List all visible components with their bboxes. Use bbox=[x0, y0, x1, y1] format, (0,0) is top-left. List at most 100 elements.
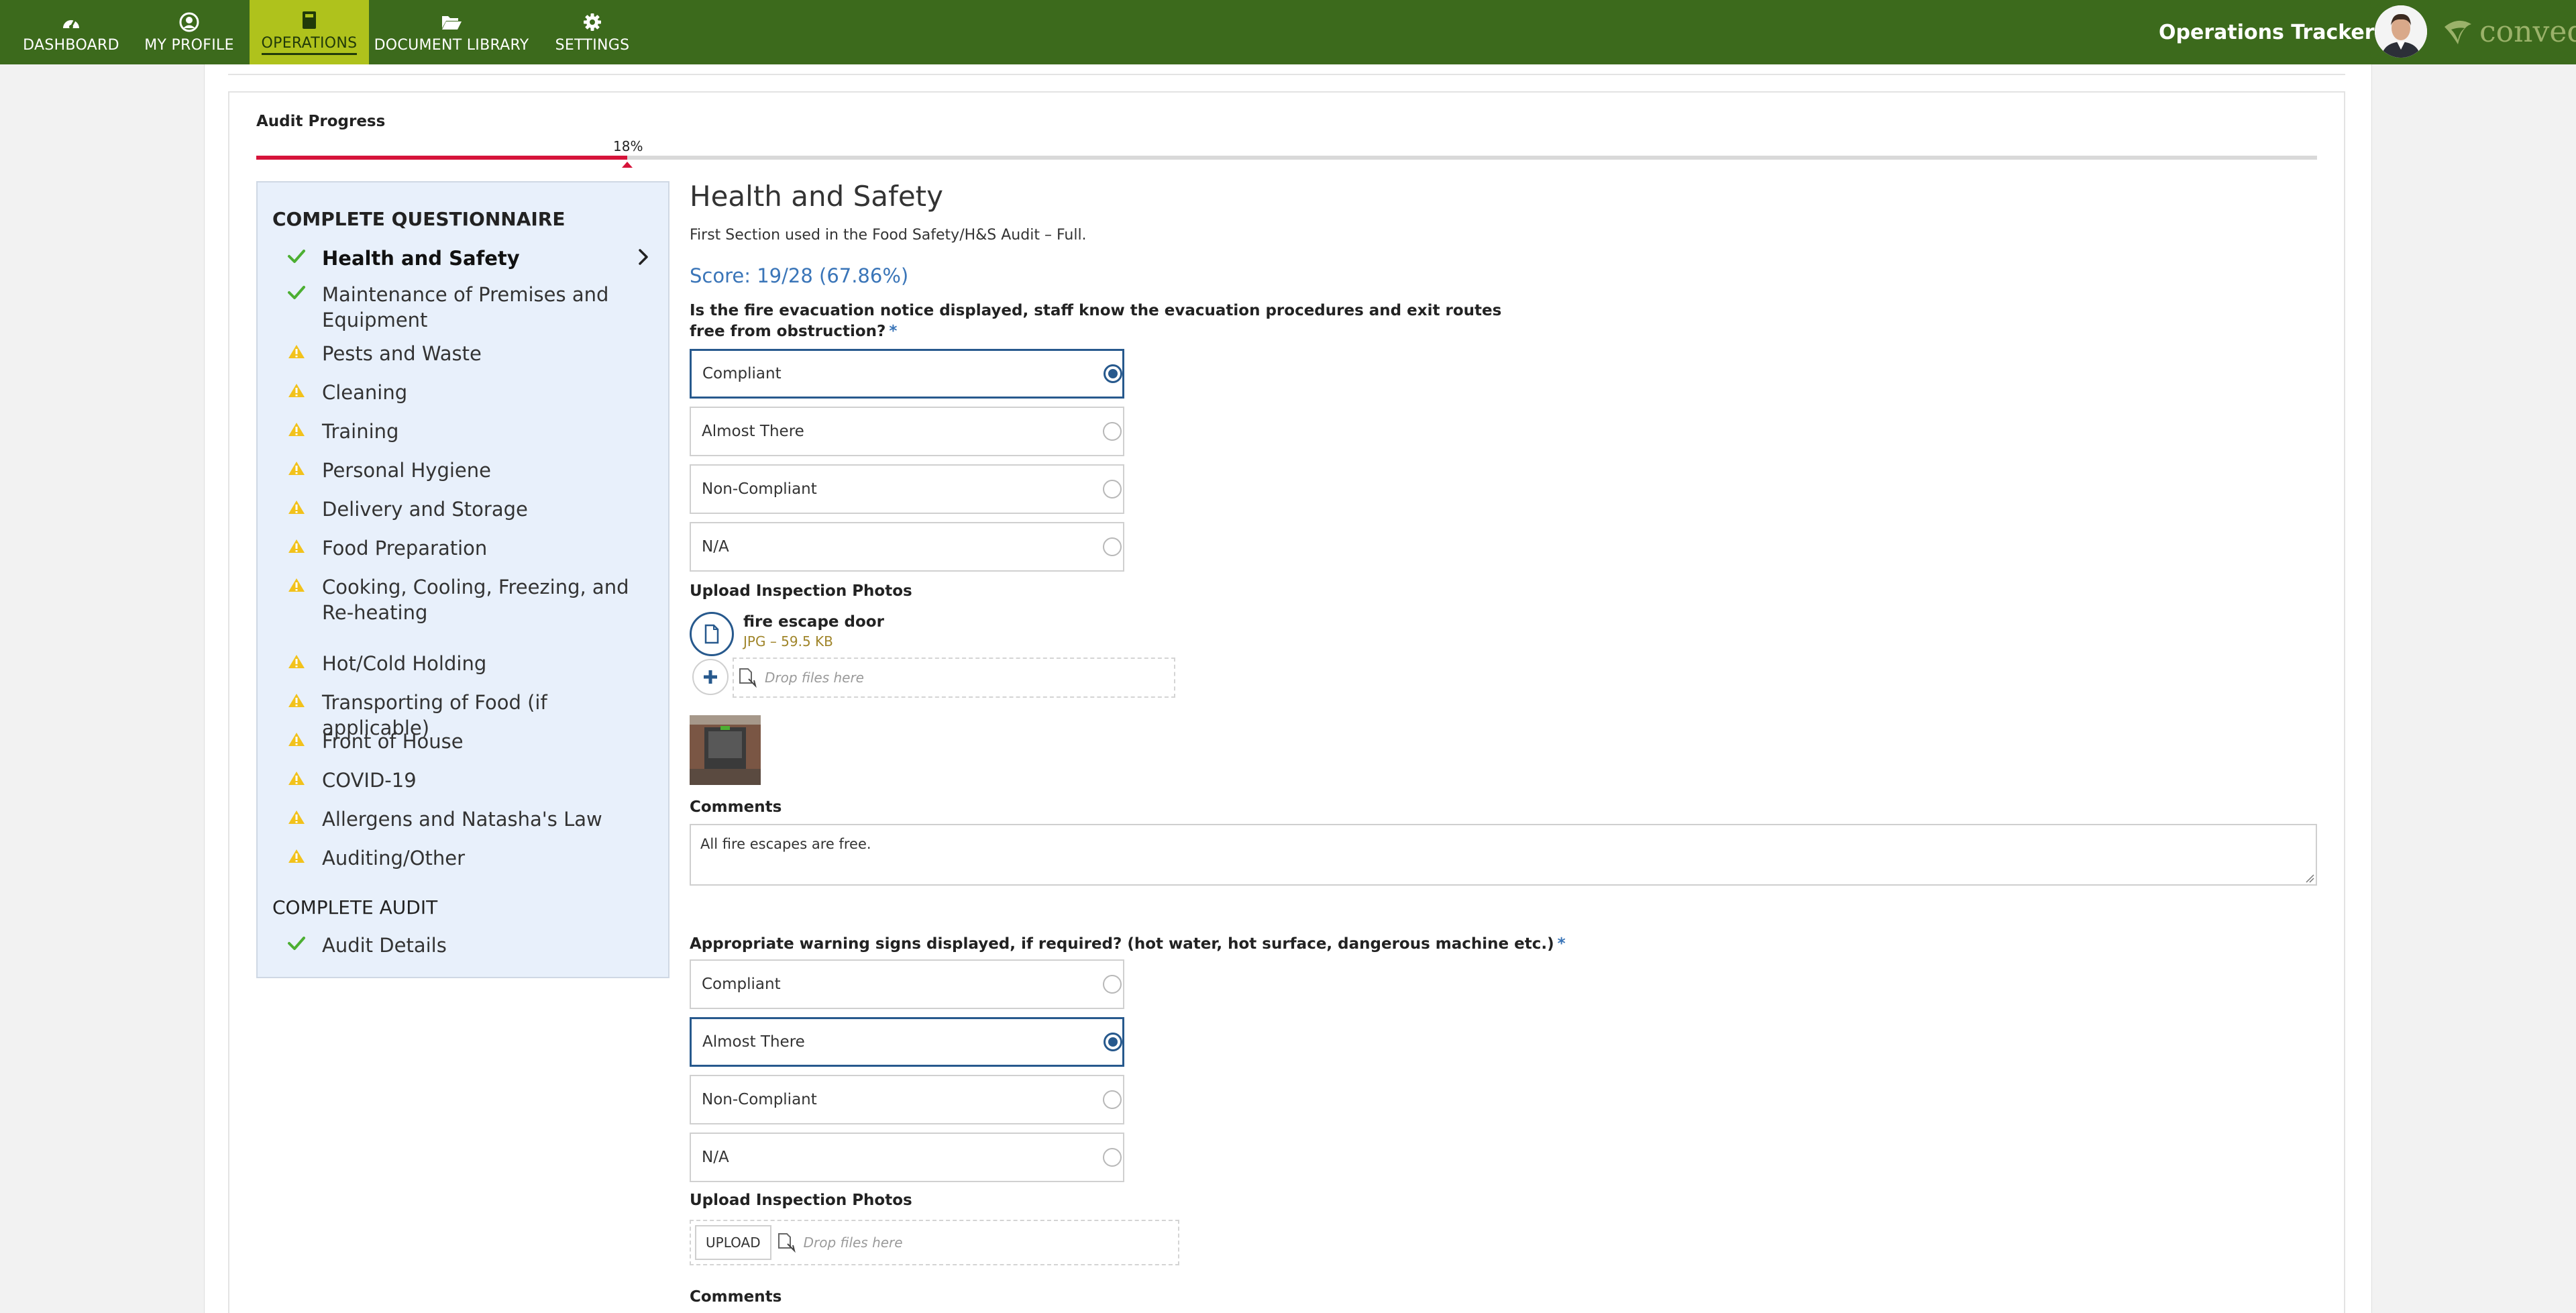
radio-button[interactable] bbox=[1103, 422, 1122, 441]
drop-files-text: Drop files here bbox=[803, 1235, 903, 1251]
logo-wordmark: convedo bbox=[2479, 15, 2576, 49]
warning-icon bbox=[258, 806, 322, 825]
check-icon bbox=[258, 282, 322, 301]
sidebar-item[interactable]: Training bbox=[258, 419, 668, 444]
radio-option-label: Compliant bbox=[702, 365, 782, 382]
sidebar-item[interactable]: Personal Hygiene bbox=[258, 458, 668, 483]
radio-option-label: Non-Compliant bbox=[702, 480, 817, 498]
sidebar-item[interactable]: Audit Details bbox=[258, 933, 668, 958]
upload-button[interactable]: UPLOAD bbox=[695, 1225, 771, 1260]
file-name: fire escape door bbox=[743, 613, 884, 631]
nav-settings[interactable]: SETTINGS bbox=[537, 0, 648, 64]
file-icon bbox=[690, 612, 734, 656]
nav-dashboard[interactable]: DASHBOARD bbox=[15, 0, 127, 64]
radio-option-label: Compliant bbox=[702, 976, 781, 993]
nav-document-library[interactable]: DOCUMENT LIBRARY bbox=[374, 0, 529, 64]
warning-icon bbox=[258, 341, 322, 360]
question-2-upload-label: Upload Inspection Photos bbox=[690, 1192, 912, 1209]
sidebar-item-label: Personal Hygiene bbox=[322, 459, 491, 482]
audit-progress-title: Audit Progress bbox=[256, 113, 386, 130]
drop-files-text: Drop files here bbox=[765, 670, 864, 686]
add-file-button[interactable] bbox=[692, 659, 729, 695]
folder-open-icon bbox=[441, 11, 462, 33]
radio-option[interactable]: Compliant bbox=[690, 959, 1124, 1009]
gear-icon bbox=[582, 11, 603, 33]
sidebar-item-label: Auditing/Other bbox=[322, 847, 466, 870]
warning-icon bbox=[258, 768, 322, 786]
nav-my-profile[interactable]: MY PROFILE bbox=[138, 0, 240, 64]
radio-button[interactable] bbox=[1103, 480, 1122, 498]
question-1-text: Is the fire evacuation notice displayed,… bbox=[690, 302, 1502, 340]
sidebar-item[interactable]: COVID-19 bbox=[258, 768, 668, 793]
audit-progress-percent: 18% bbox=[613, 138, 643, 154]
radio-option[interactable]: Non-Compliant bbox=[690, 1075, 1124, 1124]
resize-handle-icon[interactable] bbox=[2305, 874, 2314, 883]
sidebar-item-label: Cooking, Cooling, Freezing, and Re-heati… bbox=[322, 576, 629, 624]
sidebar-item-label: Front of House bbox=[322, 730, 464, 753]
sidebar-item-label: Allergens and Natasha's Law bbox=[322, 808, 602, 831]
sidebar-item-label: Delivery and Storage bbox=[322, 498, 528, 521]
radio-option-label: N/A bbox=[702, 1149, 729, 1166]
warning-icon bbox=[258, 845, 322, 864]
radio-option[interactable]: N/A bbox=[690, 1133, 1124, 1182]
question-2-label: Appropriate warning signs displayed, if … bbox=[690, 934, 1629, 955]
radio-option[interactable]: Non-Compliant bbox=[690, 464, 1124, 514]
check-icon bbox=[258, 246, 322, 264]
sidebar-item[interactable]: Hot/Cold Holding bbox=[258, 651, 668, 676]
warning-icon bbox=[258, 729, 322, 747]
nav-operations[interactable]: OPERATIONS bbox=[250, 0, 369, 64]
avatar[interactable] bbox=[2375, 5, 2427, 58]
question-2-dropzone[interactable]: UPLOAD Drop files here bbox=[690, 1220, 1179, 1265]
convedo-logo: convedo bbox=[2442, 17, 2576, 47]
convedo-leaf-icon bbox=[2445, 20, 2471, 44]
sidebar-item[interactable]: Food Preparation bbox=[258, 535, 668, 561]
operations-tracker-menu[interactable]: Operations Tracker bbox=[2159, 0, 2392, 64]
warning-icon bbox=[258, 496, 322, 515]
progress-marker-icon bbox=[622, 162, 633, 168]
sidebar-item[interactable]: Auditing/Other bbox=[258, 845, 668, 871]
section-description: First Section used in the Food Safety/H&… bbox=[690, 227, 1087, 244]
sidebar-item[interactable]: Cleaning bbox=[258, 380, 668, 405]
user-circle-icon bbox=[178, 11, 200, 33]
sidebar-item[interactable]: Health and Safety bbox=[258, 246, 668, 271]
radio-button[interactable] bbox=[1104, 364, 1122, 383]
dashboard-gauge-icon bbox=[60, 11, 82, 33]
question-1-dropzone[interactable]: Drop files here bbox=[733, 658, 1175, 698]
sidebar-item-label: Hot/Cold Holding bbox=[322, 652, 487, 675]
warning-icon bbox=[258, 458, 322, 476]
sidebar-item[interactable]: Pests and Waste bbox=[258, 341, 668, 366]
photo-thumbnail[interactable] bbox=[690, 715, 761, 785]
warning-icon bbox=[258, 535, 322, 554]
radio-option[interactable]: Almost There bbox=[690, 1017, 1124, 1067]
sidebar-item[interactable]: Delivery and Storage bbox=[258, 496, 668, 522]
sidebar-item[interactable]: Front of House bbox=[258, 729, 668, 754]
section-score: Score: 19/28 (67.86%) bbox=[690, 264, 909, 287]
sidebar-item[interactable]: Maintenance of Premises and Equipment bbox=[258, 282, 668, 333]
radio-button[interactable] bbox=[1103, 1090, 1122, 1109]
question-1-upload-label: Upload Inspection Photos bbox=[690, 582, 912, 600]
audit-progress-fill bbox=[256, 156, 627, 160]
radio-option-label: Almost There bbox=[702, 1033, 805, 1051]
sidebar-item[interactable]: Cooking, Cooling, Freezing, and Re-heati… bbox=[258, 574, 668, 625]
nav-dashboard-label: DASHBOARD bbox=[23, 36, 119, 54]
book-icon bbox=[299, 9, 320, 31]
warning-icon bbox=[258, 651, 322, 670]
sidebar-item-label: COVID-19 bbox=[322, 769, 417, 792]
radio-option-label: Almost There bbox=[702, 423, 804, 440]
sidebar-heading-audit: COMPLETE AUDIT bbox=[272, 896, 438, 918]
radio-option[interactable]: Compliant bbox=[690, 349, 1124, 399]
radio-button[interactable] bbox=[1103, 1148, 1122, 1167]
uploaded-file[interactable]: fire escape door JPG – 59.5 KB bbox=[690, 612, 884, 656]
radio-button[interactable] bbox=[1103, 975, 1122, 994]
question-2-text: Appropriate warning signs displayed, if … bbox=[690, 935, 1554, 953]
sidebar-item[interactable]: Allergens and Natasha's Law bbox=[258, 806, 668, 832]
question-1-comment-field[interactable]: All fire escapes are free. bbox=[690, 824, 2317, 886]
radio-option[interactable]: N/A bbox=[690, 522, 1124, 572]
radio-button[interactable] bbox=[1103, 537, 1122, 556]
sidebar-item-label: Food Preparation bbox=[322, 537, 488, 560]
radio-option[interactable]: Almost There bbox=[690, 407, 1124, 456]
sidebar-item-label: Cleaning bbox=[322, 381, 408, 404]
question-1-comments-label: Comments bbox=[690, 798, 782, 816]
check-icon bbox=[258, 933, 322, 951]
radio-button[interactable] bbox=[1104, 1033, 1122, 1051]
